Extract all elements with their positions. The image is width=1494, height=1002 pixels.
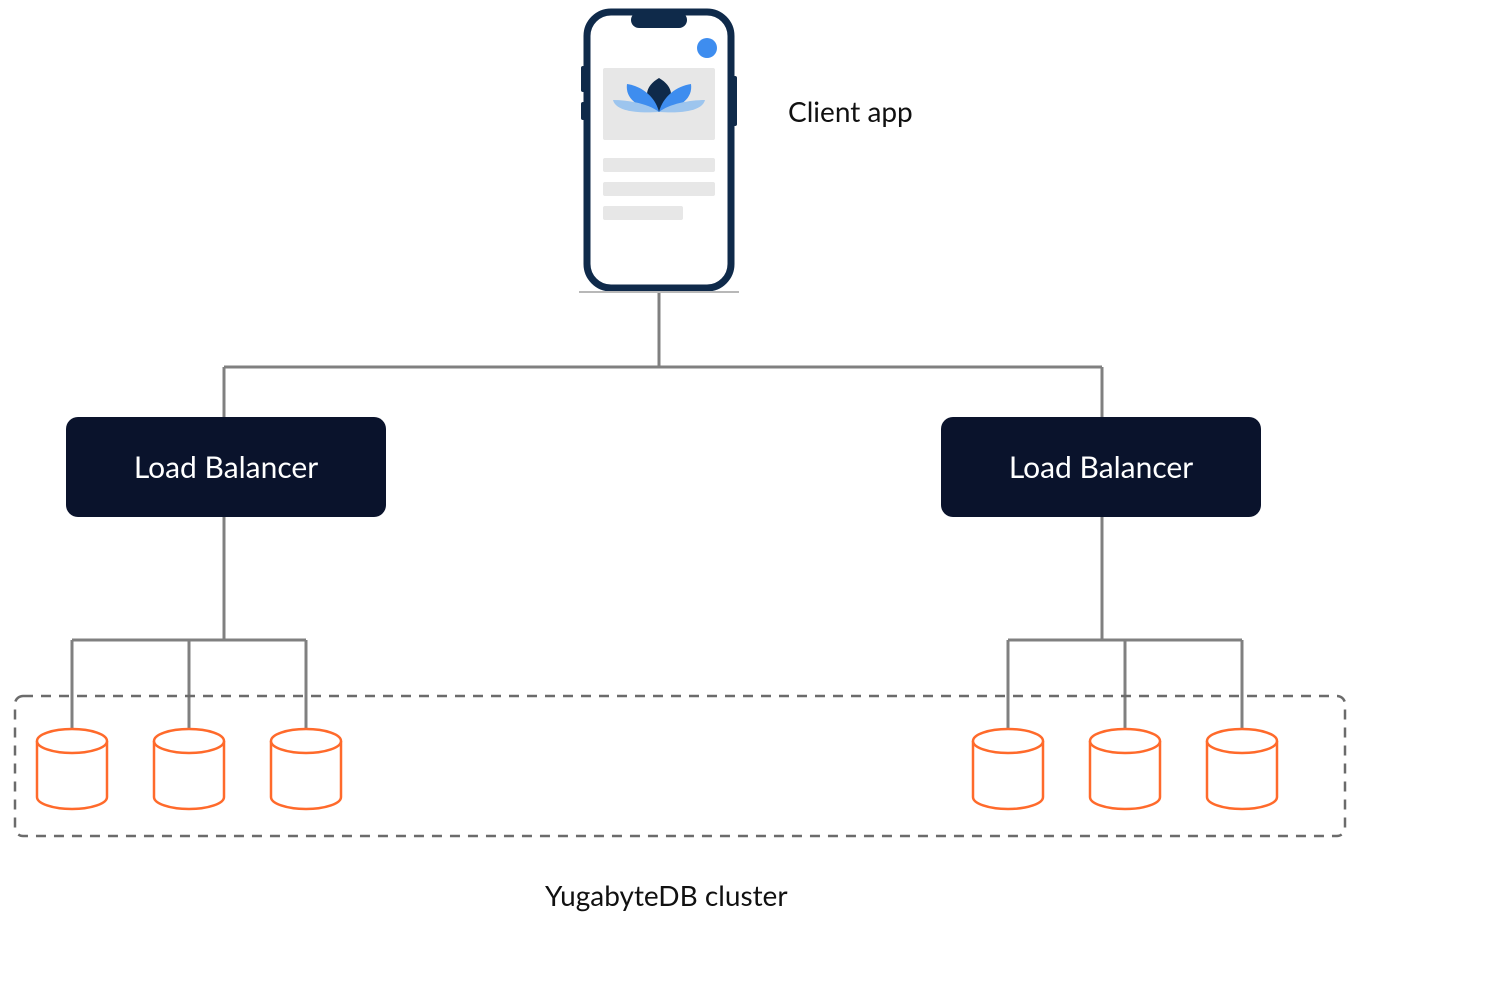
cluster-label: YugabyteDB cluster: [545, 878, 788, 912]
client-app-phone-icon: [579, 6, 739, 306]
diagram-canvas: Client app Load Balancer Load Balancer: [0, 0, 1494, 1002]
load-balancer-left: Load Balancer: [66, 417, 386, 517]
load-balancer-right: Load Balancer: [941, 417, 1261, 517]
client-app-label: Client app: [788, 94, 913, 128]
